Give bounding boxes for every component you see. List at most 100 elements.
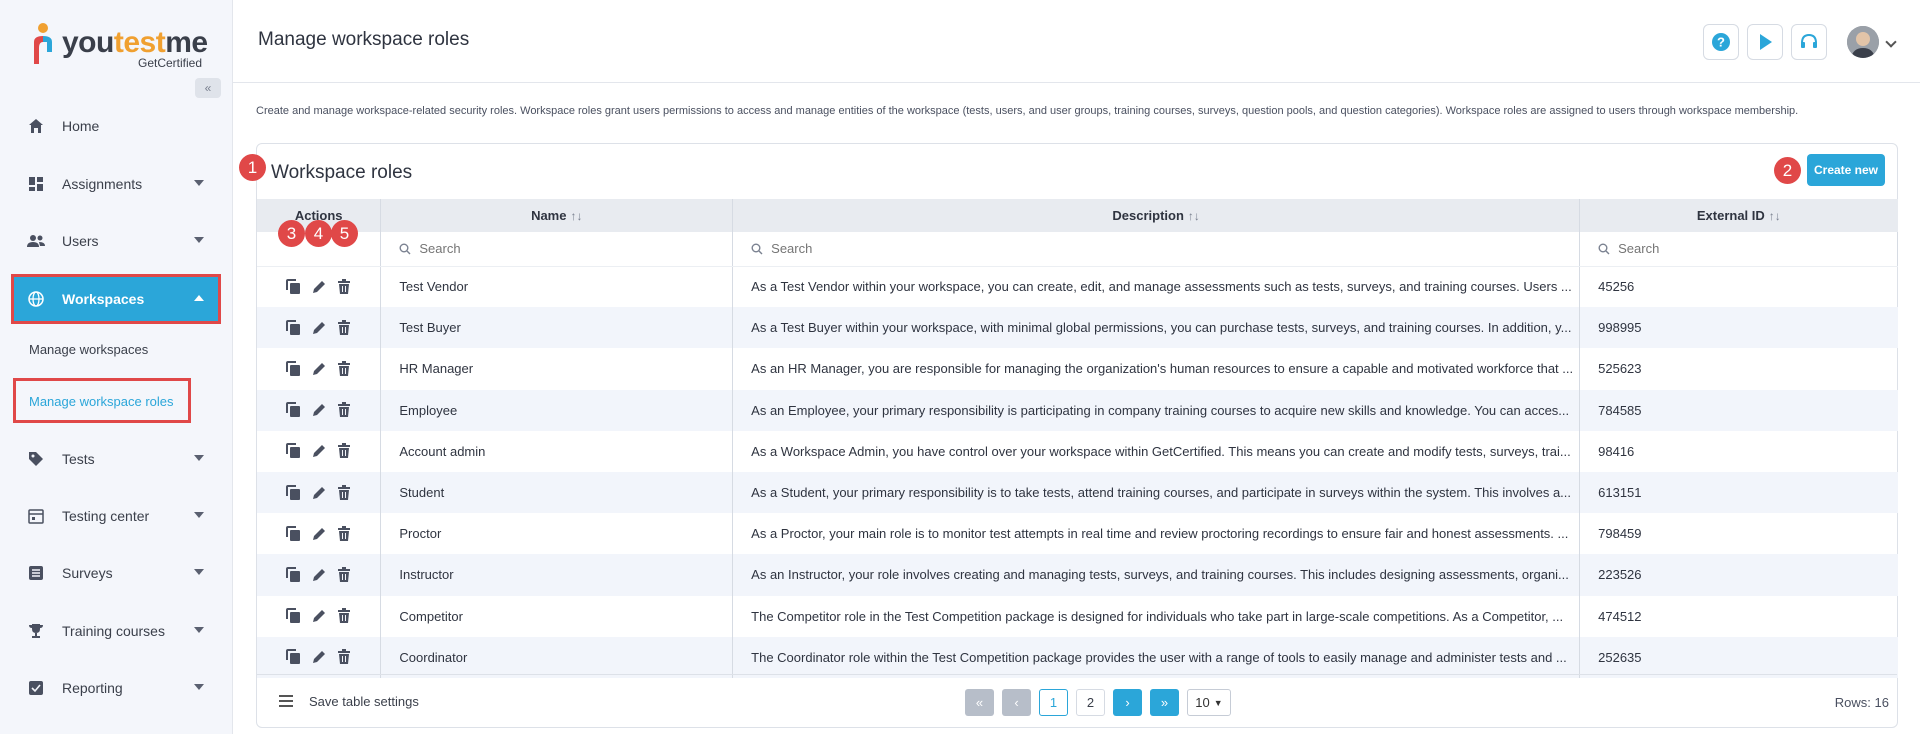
sidebar-item-home[interactable]: Home xyxy=(14,104,218,148)
row-description: As an Employee, your primary responsibil… xyxy=(732,389,1581,431)
table-row[interactable]: Employee As an Employee, your primary res… xyxy=(257,389,1898,431)
table-row[interactable]: Proctor As a Proctor, your main role is t… xyxy=(257,513,1898,555)
copy-icon[interactable] xyxy=(284,607,303,626)
sidebar-subitem-manage-workspaces[interactable]: Manage workspaces xyxy=(29,342,148,357)
sidebar-item-reporting[interactable]: Reporting xyxy=(14,666,218,710)
sort-icon[interactable]: ↑↓ xyxy=(1769,209,1781,223)
search-icon xyxy=(751,243,763,255)
row-external-id: 784585 xyxy=(1579,389,1898,431)
table-row[interactable]: Coordinator The Coordinator role within t… xyxy=(257,636,1898,678)
globe-icon xyxy=(26,289,46,309)
help-button[interactable]: ? xyxy=(1703,24,1739,60)
table-row[interactable]: Student As a Student, your primary respon… xyxy=(257,471,1898,514)
edit-icon[interactable] xyxy=(309,442,328,461)
delete-icon[interactable] xyxy=(334,648,353,667)
row-name: Test Buyer xyxy=(380,307,734,349)
save-table-settings-button[interactable]: Save table settings xyxy=(279,692,419,710)
edit-icon[interactable] xyxy=(309,401,328,420)
annotation-badge-1: 1 xyxy=(239,154,266,181)
sidebar-item-tests[interactable]: Tests xyxy=(14,437,218,481)
row-external-id: 474512 xyxy=(1598,608,1642,624)
edit-icon[interactable] xyxy=(309,524,328,543)
sort-icon[interactable]: ↑↓ xyxy=(1188,209,1200,223)
delete-icon[interactable] xyxy=(334,318,353,337)
sidebar-item-testing-center[interactable]: Testing center xyxy=(14,494,218,538)
delete-icon[interactable] xyxy=(334,524,353,543)
sidebar-item-label: Tests xyxy=(62,451,95,467)
brand-logo[interactable]: youtestme GetCertified xyxy=(30,22,210,72)
card-title: Workspace roles xyxy=(271,162,413,183)
chevron-down-icon: ▼ xyxy=(1213,697,1223,708)
copy-icon[interactable] xyxy=(284,648,303,667)
sidebar-subitem-manage-workspace-roles[interactable]: Manage workspace roles xyxy=(29,394,174,409)
delete-icon[interactable] xyxy=(334,565,353,584)
edit-icon[interactable] xyxy=(309,359,328,378)
collapse-sidebar-button[interactable]: « xyxy=(195,78,221,98)
edit-icon[interactable] xyxy=(309,565,328,584)
page-size-select[interactable]: 10 ▼ xyxy=(1187,689,1231,716)
play-tutorial-button[interactable] xyxy=(1747,24,1783,60)
chevron-down-icon xyxy=(194,180,204,186)
edit-icon[interactable] xyxy=(309,607,328,626)
copy-icon[interactable] xyxy=(284,442,303,461)
copy-icon[interactable] xyxy=(284,277,303,296)
edit-icon[interactable] xyxy=(309,277,328,296)
delete-icon[interactable] xyxy=(334,607,353,626)
help-icon: ? xyxy=(1712,33,1730,51)
delete-icon[interactable] xyxy=(334,277,353,296)
support-button[interactable] xyxy=(1791,24,1827,60)
copy-icon[interactable] xyxy=(284,565,303,584)
copy-icon[interactable] xyxy=(284,318,303,337)
chevron-down-icon xyxy=(194,627,204,633)
name-search-input[interactable] xyxy=(419,241,620,257)
page-button-1[interactable]: 1 xyxy=(1039,689,1068,716)
sidebar-item-training-courses[interactable]: Training courses xyxy=(14,609,218,653)
next-page-button[interactable]: › xyxy=(1113,689,1142,716)
description-search-input[interactable] xyxy=(771,241,972,257)
delete-icon[interactable] xyxy=(334,442,353,461)
sidebar-item-surveys[interactable]: Surveys xyxy=(14,551,218,595)
play-icon xyxy=(1760,34,1772,50)
menu-lines-icon xyxy=(279,692,293,710)
table-row[interactable]: Account admin As a Workspace Admin, you h… xyxy=(257,430,1898,472)
sort-icon[interactable]: ↑↓ xyxy=(570,209,582,223)
first-page-button[interactable]: « xyxy=(965,689,994,716)
list-icon xyxy=(26,563,46,583)
page-button-2[interactable]: 2 xyxy=(1076,689,1105,716)
column-header-name[interactable]: Name ↑↓ xyxy=(380,199,734,232)
copy-icon[interactable] xyxy=(284,524,303,543)
sidebar-item-users[interactable]: Users xyxy=(14,219,218,263)
table-row[interactable]: Instructor As an Instructor, your role in… xyxy=(257,554,1898,596)
create-new-button[interactable]: Create new xyxy=(1807,154,1885,186)
external-id-search-input[interactable] xyxy=(1618,241,1819,257)
sidebar-item-assignments[interactable]: Assignments xyxy=(14,162,218,206)
table-row[interactable]: Competitor The Competitor role in the Tes… xyxy=(257,595,1898,637)
svg-text:?: ? xyxy=(1717,35,1725,50)
previous-page-button[interactable]: ‹ xyxy=(1002,689,1031,716)
row-name: Instructor xyxy=(380,554,734,596)
user-avatar[interactable] xyxy=(1847,26,1879,58)
delete-icon[interactable] xyxy=(334,401,353,420)
table-row[interactable]: Test Buyer As a Test Buyer within your wo… xyxy=(257,307,1898,349)
edit-icon[interactable] xyxy=(309,648,328,667)
table-row[interactable]: Test Vendor As a Test Vendor within your … xyxy=(257,266,1898,308)
save-table-settings-label: Save table settings xyxy=(309,693,419,709)
last-page-button[interactable]: » xyxy=(1150,689,1179,716)
delete-icon[interactable] xyxy=(334,483,353,502)
search-icon xyxy=(399,243,411,255)
actions-filter-cell: 3 4 5 xyxy=(257,220,382,267)
edit-icon[interactable] xyxy=(309,483,328,502)
support-icon xyxy=(1801,33,1817,48)
user-menu-chevron-icon[interactable] xyxy=(1885,36,1897,48)
delete-icon[interactable] xyxy=(334,359,353,378)
table-row[interactable]: HR Manager As an HR Manager, you are resp… xyxy=(257,348,1898,390)
dashboard-icon xyxy=(26,174,46,194)
column-header-description[interactable]: Description ↑↓ xyxy=(732,199,1581,232)
column-header-external-id[interactable]: External ID ↑↓ xyxy=(1579,199,1898,232)
copy-icon[interactable] xyxy=(284,483,303,502)
brand-name: youtestme xyxy=(62,26,208,59)
copy-icon[interactable] xyxy=(284,401,303,420)
sidebar-item-workspaces[interactable]: Workspaces xyxy=(11,274,221,324)
edit-icon[interactable] xyxy=(309,318,328,337)
copy-icon[interactable] xyxy=(284,359,303,378)
